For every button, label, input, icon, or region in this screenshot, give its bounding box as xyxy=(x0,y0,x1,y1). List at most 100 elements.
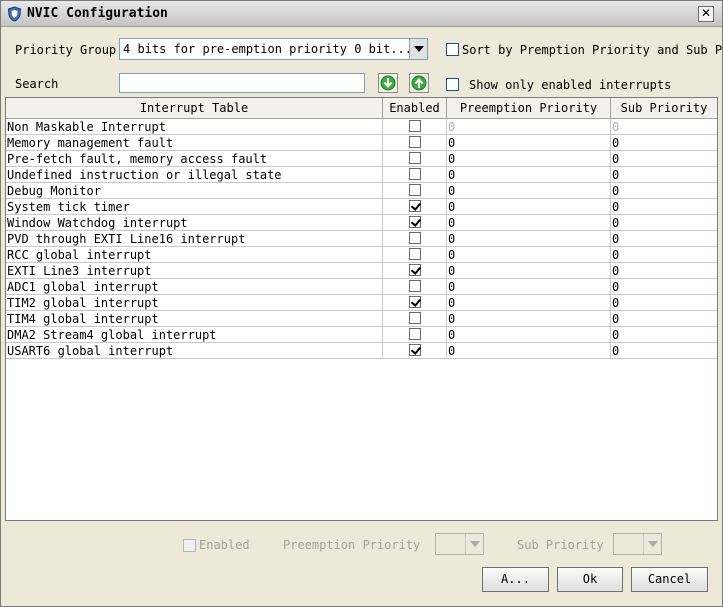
interrupt-name: Window Watchdog interrupt xyxy=(6,215,383,231)
sub-priority-cell[interactable]: 0 xyxy=(611,215,717,231)
enabled-checkbox[interactable] xyxy=(409,200,421,212)
bottom-sub-select[interactable] xyxy=(613,533,662,555)
header-interrupt-table[interactable]: Interrupt Table xyxy=(6,98,383,118)
preemption-priority-cell[interactable]: 0 xyxy=(447,263,611,279)
table-row[interactable]: PVD through EXTI Line16 interrupt 0 0 xyxy=(6,231,717,247)
sub-priority-cell[interactable]: 0 xyxy=(611,119,717,135)
enabled-checkbox[interactable] xyxy=(409,184,421,196)
show-enabled-checkbox[interactable] xyxy=(446,78,459,91)
header-preemption-priority[interactable]: Preemption Priority xyxy=(447,98,611,118)
sort-checkbox[interactable] xyxy=(446,43,459,56)
table-row[interactable]: Undefined instruction or illegal state 0 0 xyxy=(6,167,717,183)
header-sub-priority[interactable]: Sub Priority xyxy=(611,98,717,118)
preemption-priority-cell[interactable]: 0 xyxy=(447,247,611,263)
move-up-button[interactable] xyxy=(409,73,429,93)
enabled-checkbox[interactable] xyxy=(409,120,421,132)
preemption-priority-cell[interactable]: 0 xyxy=(447,311,611,327)
preemption-priority-cell[interactable]: 0 xyxy=(447,279,611,295)
table-row[interactable]: TIM2 global interrupt 0 0 xyxy=(6,295,717,311)
preemption-priority-cell[interactable]: 0 xyxy=(447,215,611,231)
bottom-enabled-checkbox[interactable] xyxy=(183,539,196,552)
table-row[interactable]: RCC global interrupt 0 0 xyxy=(6,247,717,263)
interrupt-table: Interrupt Table Enabled Preemption Prior… xyxy=(5,97,718,521)
interrupt-name: ADC1 global interrupt xyxy=(6,279,383,295)
preemption-priority-cell[interactable]: 0 xyxy=(447,327,611,343)
preemption-priority-cell[interactable]: 0 xyxy=(447,343,611,359)
preemption-priority-cell[interactable]: 0 xyxy=(447,183,611,199)
sub-priority-cell[interactable]: 0 xyxy=(611,183,717,199)
enabled-checkbox[interactable] xyxy=(409,168,421,180)
table-row[interactable]: Pre-fetch fault, memory access fault 0 0 xyxy=(6,151,717,167)
enabled-checkbox[interactable] xyxy=(409,216,421,228)
preemption-priority-cell[interactable]: 0 xyxy=(447,119,611,135)
sub-priority-cell[interactable]: 0 xyxy=(611,151,717,167)
enabled-checkbox[interactable] xyxy=(409,280,421,292)
close-button[interactable]: ✕ xyxy=(698,6,714,22)
enabled-checkbox[interactable] xyxy=(409,312,421,324)
preemption-priority-cell[interactable]: 0 xyxy=(447,151,611,167)
enabled-checkbox[interactable] xyxy=(409,344,421,356)
sub-priority-cell[interactable]: 0 xyxy=(611,199,717,215)
arrow-up-icon xyxy=(411,75,427,91)
enabled-cell xyxy=(383,183,447,199)
header-enabled[interactable]: Enabled xyxy=(383,98,447,118)
preemption-priority-cell[interactable]: 0 xyxy=(447,231,611,247)
table-row[interactable]: EXTI Line3 interrupt 0 0 xyxy=(6,263,717,279)
sub-priority-cell[interactable]: 0 xyxy=(611,311,717,327)
enabled-checkbox[interactable] xyxy=(409,296,421,308)
enabled-checkbox[interactable] xyxy=(409,232,421,244)
interrupt-name: USART6 global interrupt xyxy=(6,343,383,359)
close-icon: ✕ xyxy=(700,6,712,20)
sub-priority-cell[interactable]: 0 xyxy=(611,247,717,263)
enabled-cell xyxy=(383,231,447,247)
table-header: Interrupt Table Enabled Preemption Prior… xyxy=(6,98,717,119)
move-down-button[interactable] xyxy=(378,73,398,93)
preemption-priority-cell[interactable]: 0 xyxy=(447,167,611,183)
table-row[interactable]: DMA2 Stream4 global interrupt 0 0 xyxy=(6,327,717,343)
enabled-cell xyxy=(383,151,447,167)
chevron-down-icon[interactable] xyxy=(409,39,427,59)
bottom-preemption-select[interactable] xyxy=(435,533,484,555)
ok-button[interactable]: Ok xyxy=(557,567,623,592)
interrupt-name: Pre-fetch fault, memory access fault xyxy=(6,151,383,167)
enabled-checkbox[interactable] xyxy=(409,136,421,148)
search-input[interactable] xyxy=(119,73,365,93)
preemption-priority-cell[interactable]: 0 xyxy=(447,199,611,215)
preemption-priority-cell[interactable]: 0 xyxy=(447,135,611,151)
title-bar[interactable]: NVIC Configuration ✕ xyxy=(1,1,722,27)
sub-priority-cell[interactable]: 0 xyxy=(611,231,717,247)
sub-priority-cell[interactable]: 0 xyxy=(611,167,717,183)
enabled-cell xyxy=(383,167,447,183)
preemption-priority-cell[interactable]: 0 xyxy=(447,295,611,311)
table-row[interactable]: ADC1 global interrupt 0 0 xyxy=(6,279,717,295)
priority-group-select[interactable]: 4 bits for pre-emption priority 0 bit... xyxy=(119,38,428,60)
enabled-checkbox[interactable] xyxy=(409,264,421,276)
sub-priority-cell[interactable]: 0 xyxy=(611,263,717,279)
enabled-cell xyxy=(383,295,447,311)
enabled-cell xyxy=(383,135,447,151)
sub-priority-cell[interactable]: 0 xyxy=(611,135,717,151)
chevron-down-icon[interactable] xyxy=(465,534,483,554)
enabled-cell xyxy=(383,247,447,263)
sub-priority-cell[interactable]: 0 xyxy=(611,343,717,359)
table-row[interactable]: Window Watchdog interrupt 0 0 xyxy=(6,215,717,231)
table-row[interactable]: System tick timer 0 0 xyxy=(6,199,717,215)
chevron-down-icon[interactable] xyxy=(643,534,661,554)
enabled-checkbox[interactable] xyxy=(409,328,421,340)
interrupt-name: Undefined instruction or illegal state xyxy=(6,167,383,183)
cancel-button[interactable]: Cancel xyxy=(631,567,708,592)
sub-priority-cell[interactable]: 0 xyxy=(611,327,717,343)
table-row[interactable]: Non Maskable Interrupt 0 0 xyxy=(6,119,717,135)
enabled-checkbox[interactable] xyxy=(409,152,421,164)
enabled-checkbox[interactable] xyxy=(409,248,421,260)
sub-priority-cell[interactable]: 0 xyxy=(611,279,717,295)
search-label: Search xyxy=(15,77,59,91)
arrow-down-icon xyxy=(380,75,396,91)
table-row[interactable]: Debug Monitor 0 0 xyxy=(6,183,717,199)
sub-priority-cell[interactable]: 0 xyxy=(611,295,717,311)
window-title: NVIC Configuration xyxy=(27,6,168,21)
table-row[interactable]: USART6 global interrupt 0 0 xyxy=(6,343,717,359)
apply-button[interactable]: A... xyxy=(482,567,549,592)
table-row[interactable]: Memory management fault 0 0 xyxy=(6,135,717,151)
table-row[interactable]: TIM4 global interrupt 0 0 xyxy=(6,311,717,327)
